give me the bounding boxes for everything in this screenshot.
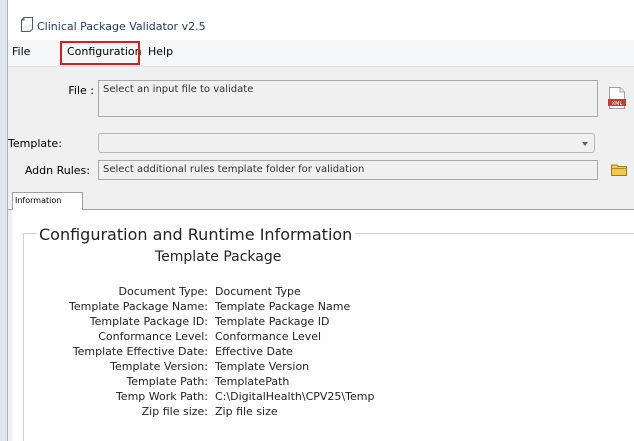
info-value-package-id: Template Package ID bbox=[215, 315, 330, 328]
window-left-border bbox=[0, 0, 8, 441]
info-key-effective-date: Template Effective Date: bbox=[72, 345, 208, 358]
menu-help[interactable]: Help bbox=[148, 45, 173, 58]
group-title: Configuration and Runtime Information bbox=[37, 225, 356, 244]
chevron-down-icon bbox=[582, 142, 588, 146]
info-value-template-version: Template Version bbox=[215, 360, 310, 373]
addn-rules-label: Addn Rules: bbox=[24, 164, 90, 177]
document-icon bbox=[21, 17, 33, 32]
window: Clinical Package Validator v2.5 File Con… bbox=[0, 0, 634, 441]
info-value-temp-work-path: C:\DigitalHealth\CPV25\Temp bbox=[215, 390, 375, 403]
info-key-template-path: Template Path: bbox=[126, 375, 208, 388]
window-title: Clinical Package Validator v2.5 bbox=[37, 20, 206, 33]
title-bar: Clinical Package Validator v2.5 bbox=[8, 0, 634, 40]
info-key-package-id: Template Package ID: bbox=[89, 315, 208, 328]
menu-bar: File Configuration Help bbox=[8, 40, 634, 67]
info-value-conformance-level: Conformance Level bbox=[215, 330, 322, 343]
folder-icon[interactable] bbox=[611, 163, 627, 176]
tab-information[interactable]: Information bbox=[12, 192, 83, 210]
app-window: Clinical Package Validator v2.5 File Con… bbox=[8, 0, 634, 441]
file-input[interactable]: Select an input file to validate bbox=[98, 80, 598, 117]
info-key-temp-work-path: Temp Work Path: bbox=[115, 390, 208, 403]
svg-text:XML: XML bbox=[612, 101, 623, 107]
info-value-effective-date: Effective Date bbox=[215, 345, 293, 358]
addn-rules-input[interactable]: Select additional rules template folder … bbox=[98, 160, 598, 180]
menu-file[interactable]: File bbox=[12, 45, 30, 58]
info-value-template-path: TemplatePath bbox=[215, 375, 290, 388]
template-select[interactable] bbox=[98, 133, 595, 153]
xml-file-icon[interactable]: XML bbox=[608, 87, 626, 109]
info-value-zip-file-size: Zip file size bbox=[215, 405, 278, 418]
template-label: Template: bbox=[8, 137, 62, 150]
file-label: File : bbox=[68, 84, 94, 97]
info-key-package-name: Template Package Name: bbox=[69, 300, 208, 313]
info-value-package-name: Template Package Name bbox=[215, 300, 351, 313]
info-key-zip-file-size: Zip file size: bbox=[141, 405, 208, 418]
information-panel: Configuration and Runtime Information Te… bbox=[12, 210, 634, 441]
info-key-document-type: Document Type: bbox=[118, 285, 208, 298]
info-key-template-version: Template Version: bbox=[110, 360, 208, 373]
info-key-conformance-level: Conformance Level: bbox=[98, 330, 208, 343]
template-package-subtitle: Template Package bbox=[155, 249, 282, 265]
configuration-highlight-box bbox=[60, 41, 140, 65]
info-value-document-type: Document Type bbox=[215, 285, 301, 298]
